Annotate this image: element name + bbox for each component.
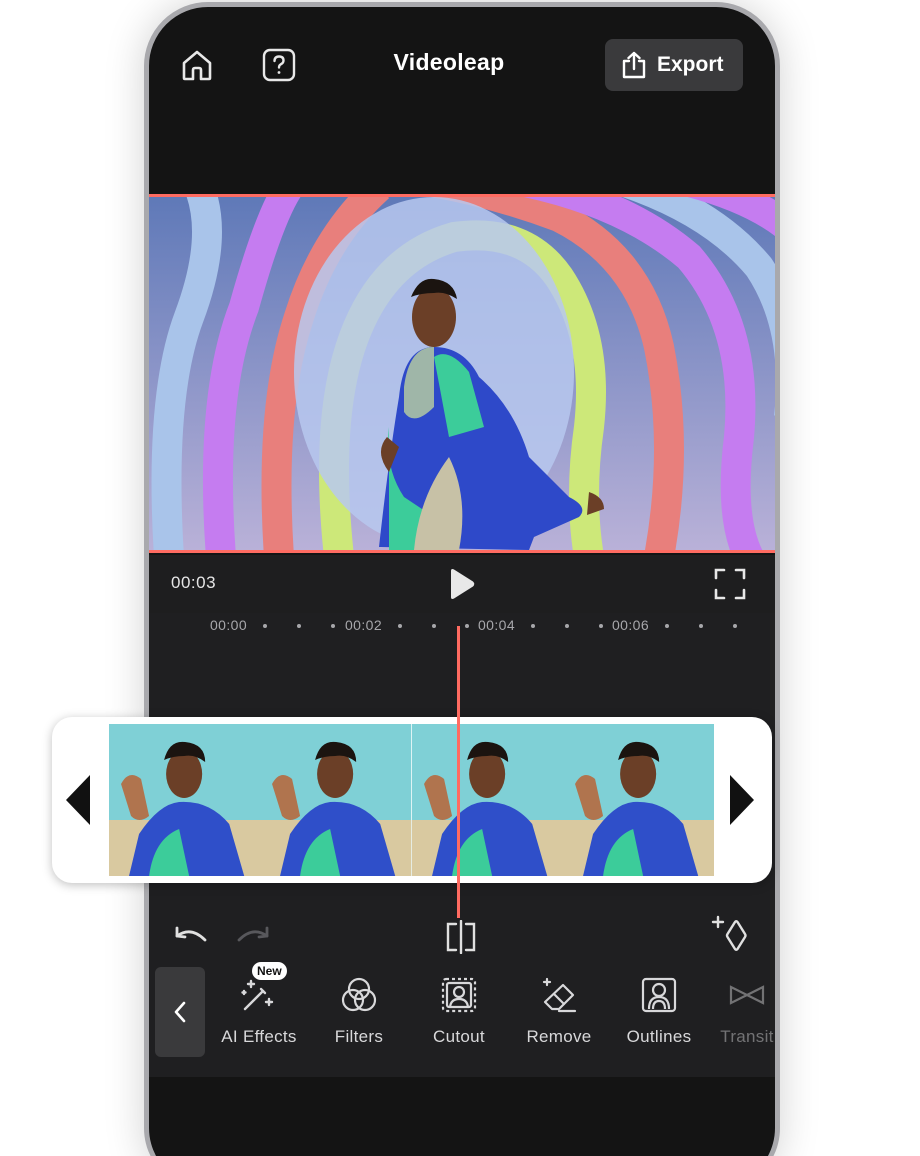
filters-icon [341,977,377,1012]
export-button[interactable]: Export [605,39,743,91]
cutout-icon [441,977,477,1013]
outlines-icon [641,977,677,1013]
ruler-dot [331,624,335,628]
playhead[interactable] [457,626,460,918]
ruler-label: 00:06 [612,617,650,633]
trim-right-handle-icon[interactable] [730,775,754,825]
ruler-label: 00:04 [478,617,516,633]
trim-left-handle-icon[interactable] [66,775,90,825]
home-icon [182,50,212,81]
clip-frame [260,724,412,876]
ruler-dot [599,624,603,628]
add-keyframe-icon [711,915,747,951]
tool-label: Cutout [433,1027,485,1046]
ruler-dot [699,624,703,628]
tool-cutout[interactable]: Cutout [411,975,507,1047]
edit-actions [149,913,775,961]
ruler-dot [565,624,569,628]
phone-frame: Videoleap Export 00:03 00:00 00:02 00:04… [144,2,780,1156]
redo-button[interactable] [233,921,273,953]
split-icon [446,920,476,954]
tool-label: Outlines [626,1027,692,1046]
eraser-icon [542,977,577,1013]
ruler-dot [432,624,436,628]
transition-icon [729,985,765,1005]
ruler-label: 00:00 [210,617,248,633]
undo-button[interactable] [171,921,211,953]
ruler-label: 00:02 [345,617,383,633]
play-icon [451,569,475,599]
tool-label: Transit [720,1027,774,1046]
new-badge: New [252,962,287,980]
help-icon [262,48,296,82]
ruler-dot [297,624,301,628]
ruler-dot [665,624,669,628]
tool-filters[interactable]: Filters [311,975,407,1047]
home-button[interactable] [177,45,217,85]
video-preview[interactable] [149,194,775,553]
clip-frame [411,724,563,876]
play-button[interactable] [445,567,477,601]
ruler-dot [531,624,535,628]
fullscreen-button[interactable] [713,567,747,601]
undo-icon [175,926,207,942]
time-ruler: 00:00 00:02 00:04 00:06 [149,613,775,637]
add-keyframe-button[interactable] [709,913,751,957]
tool-transition[interactable]: Transit [699,975,775,1047]
playback-bar: 00:03 [149,555,775,613]
app-title: Videoleap [393,49,505,75]
redo-icon [237,926,269,942]
share-icon [622,51,646,79]
current-time: 00:03 [171,573,217,592]
fullscreen-icon [714,568,746,600]
tool-ai-effects[interactable]: AI Effects [211,975,307,1047]
help-button[interactable] [259,45,299,85]
clip-filmstrip[interactable] [52,717,772,883]
split-button[interactable] [441,917,481,957]
clip-thumbnails [109,724,714,876]
tool-remove[interactable]: Remove [511,975,607,1047]
preview-frame [149,197,775,550]
clip-frame [562,724,714,876]
ruler-dot [465,624,469,628]
clip-frame [109,724,261,876]
export-label: Export [657,53,724,76]
chevron-left-icon [174,1001,186,1023]
ruler-dot [263,624,267,628]
tools-back-button[interactable] [155,967,205,1057]
tool-label: AI Effects [221,1027,297,1046]
tools-bar: AI Effects Filters Cutout Remove Outline… [149,959,775,1077]
tool-outlines[interactable]: Outlines [611,975,707,1047]
magic-wand-icon [241,979,274,1011]
tool-label: Filters [334,1027,384,1046]
ruler-dot [398,624,402,628]
ruler-dot [733,624,737,628]
tool-label: Remove [526,1027,592,1046]
